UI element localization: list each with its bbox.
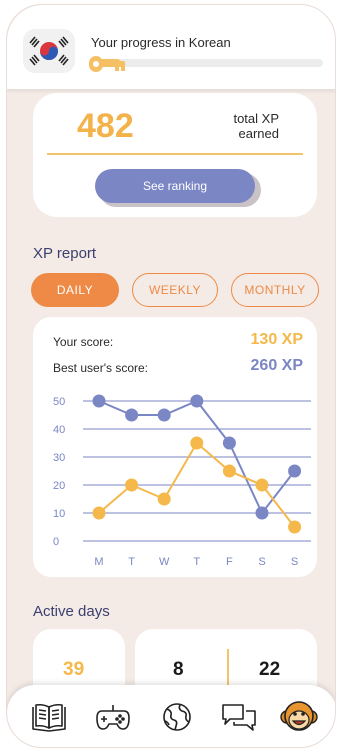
globe-icon: [163, 703, 191, 731]
tab-monthly[interactable]: MONTHLY: [231, 273, 319, 307]
nav-explore[interactable]: [157, 699, 197, 735]
xp-report-title: XP report: [33, 245, 97, 262]
nav-profile[interactable]: [279, 699, 319, 735]
x-tick-label: S: [258, 556, 265, 568]
progress-header: Your progress in Korean: [7, 5, 335, 89]
data-point: [288, 464, 302, 478]
gamepad-icon: [96, 705, 130, 730]
y-tick-label: 30: [53, 452, 65, 464]
book-icon: [32, 703, 66, 732]
active-days-title: Active days: [33, 603, 110, 620]
active-days-value-2: 22: [259, 659, 281, 680]
x-tick-label: T: [193, 556, 200, 568]
nav-chat[interactable]: [219, 699, 259, 735]
data-point: [157, 492, 171, 506]
progress-title: Your progress in Korean: [91, 35, 231, 50]
y-tick-label: 20: [53, 480, 65, 492]
data-point: [190, 394, 204, 408]
south-korea-flag-icon: [23, 29, 75, 73]
tab-daily[interactable]: DAILY: [31, 273, 119, 307]
total-xp-label: total XP earned: [219, 111, 279, 141]
data-point: [157, 408, 171, 422]
nav-games[interactable]: [93, 699, 133, 735]
app-screen: Your progress in Korean 482 total XP ear…: [6, 4, 336, 748]
active-days-value-1: 8: [173, 659, 184, 680]
tab-weekly[interactable]: WEEKLY: [132, 273, 218, 307]
y-tick-label: 50: [53, 396, 65, 408]
total-xp-label-line1: total XP: [233, 111, 279, 126]
data-point: [255, 506, 269, 520]
key-icon: [87, 53, 133, 75]
x-tick-label: S: [291, 556, 298, 568]
data-point: [125, 408, 139, 422]
data-point: [190, 436, 204, 450]
x-tick-label: F: [226, 556, 233, 568]
y-tick-label: 0: [53, 536, 59, 548]
data-point: [92, 394, 106, 408]
data-point: [92, 506, 106, 520]
see-ranking-button[interactable]: See ranking: [95, 169, 255, 203]
xp-chart-card: Your score: 130 XP Best user's score: 26…: [33, 317, 317, 577]
y-tick-label: 10: [53, 508, 65, 520]
total-xp-value: 482: [77, 107, 134, 145]
x-tick-label: W: [159, 556, 170, 568]
divider: [47, 153, 303, 155]
data-point: [222, 464, 236, 478]
y-tick-label: 40: [53, 424, 65, 436]
data-point: [288, 520, 302, 534]
x-tick-label: M: [94, 556, 103, 568]
monkey-avatar-icon: [280, 701, 318, 731]
data-point: [255, 478, 269, 492]
xp-line-chart: 0 10 20 30 40 50 M T W T F S S: [53, 394, 311, 568]
active-days-total: 39: [63, 659, 85, 680]
chat-icon: [222, 704, 256, 731]
x-tick-label: T: [128, 556, 135, 568]
total-xp-label-line2: earned: [238, 126, 279, 141]
data-point: [222, 436, 236, 450]
nav-lessons[interactable]: [29, 699, 69, 735]
total-xp-card: 482 total XP earned See ranking: [33, 93, 317, 217]
data-point: [125, 478, 139, 492]
bottom-navigation: [7, 685, 335, 747]
